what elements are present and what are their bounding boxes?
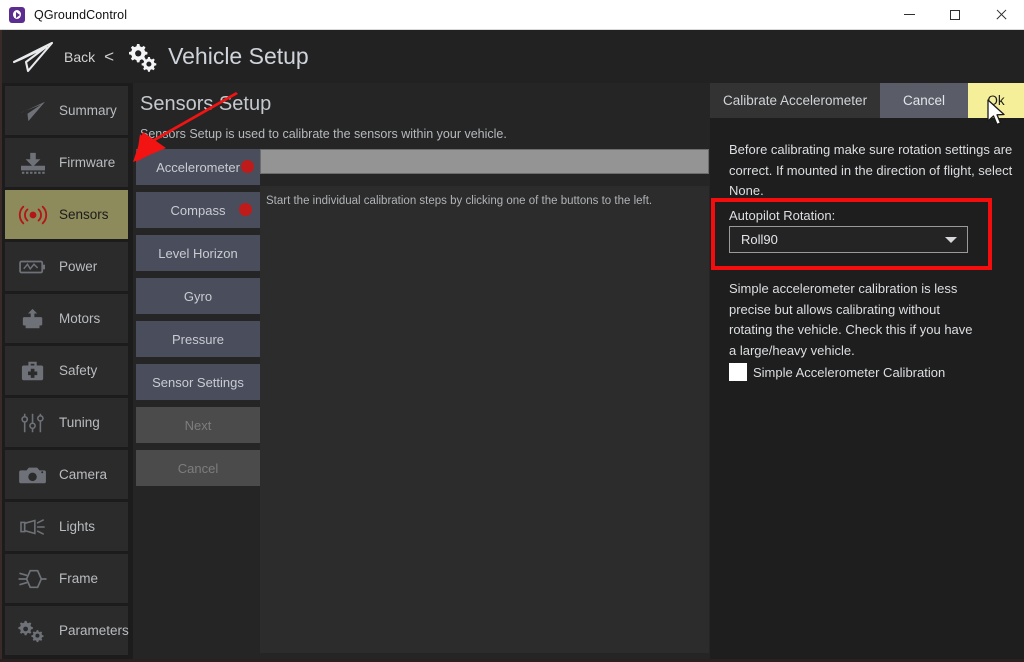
- calibration-dialog: Calibrate Accelerometer Cancel Ok Before…: [710, 83, 1024, 662]
- button-label: Next: [185, 418, 212, 433]
- app-toolbar: Back < Vehicle Setup: [0, 30, 1024, 83]
- sensor-wave-icon: [11, 199, 55, 231]
- dialog-title: Calibrate Accelerometer: [710, 83, 880, 118]
- simple-calibration-checkbox-row[interactable]: Simple Accelerometer Calibration: [729, 363, 945, 381]
- sidebar-item-label: Motors: [59, 311, 100, 326]
- sidebar-item-label: Tuning: [59, 415, 100, 430]
- battery-icon: [11, 251, 55, 283]
- sidebar-item-label: Lights: [59, 519, 95, 534]
- dialog-ok-button[interactable]: Ok: [968, 83, 1024, 118]
- sidebar-item-label: Frame: [59, 571, 98, 586]
- chevron-down-icon: [945, 237, 957, 243]
- gears-icon: [11, 615, 55, 647]
- dialog-cancel-button[interactable]: Cancel: [880, 83, 968, 118]
- autopilot-rotation-label: Autopilot Rotation:: [729, 208, 835, 223]
- status-indicator-dot: [239, 203, 252, 216]
- sidebar-item-label: Safety: [59, 363, 97, 378]
- button-label: Gyro: [184, 289, 212, 304]
- button-label: Sensor Settings: [152, 375, 244, 390]
- sidebar-item-label: Sensors: [59, 207, 109, 222]
- sidebar-item-label: Camera: [59, 467, 107, 482]
- autopilot-rotation-value: Roll90: [741, 232, 778, 247]
- button-label: Accelerometer: [156, 160, 240, 175]
- dialog-description: Before calibrating make sure rotation se…: [729, 140, 1017, 202]
- level-horizon-button[interactable]: Level Horizon: [136, 235, 260, 271]
- paper-plane-icon: [11, 95, 55, 127]
- paper-plane-icon[interactable]: [12, 40, 56, 74]
- pressure-button[interactable]: Pressure: [136, 321, 260, 357]
- camera-icon: [11, 459, 55, 491]
- window-title-bar: QGroundControl: [0, 0, 1024, 30]
- calibration-progress-bar: [260, 149, 709, 174]
- download-icon: [11, 147, 55, 179]
- sidebar-item-motors[interactable]: Motors: [5, 294, 128, 343]
- next-button: Next: [136, 407, 260, 443]
- sidebar-item-label: Power: [59, 259, 97, 274]
- compass-button[interactable]: Compass: [136, 192, 260, 228]
- sensor-settings-button[interactable]: Sensor Settings: [136, 364, 260, 400]
- status-indicator-dot: [241, 160, 254, 173]
- dialog-header: Calibrate Accelerometer Cancel Ok: [710, 83, 1024, 118]
- button-label: Compass: [171, 203, 226, 218]
- app-logo-icon: [9, 7, 25, 23]
- section-title: Sensors Setup: [140, 93, 271, 116]
- minimize-button[interactable]: [886, 0, 932, 29]
- sidebar-item-frame[interactable]: Frame: [5, 554, 128, 603]
- button-label: Cancel: [178, 461, 218, 476]
- cancel-button: Cancel: [136, 450, 260, 486]
- maximize-button[interactable]: [932, 0, 978, 29]
- frame-icon: [11, 563, 55, 595]
- sidebar-item-parameters[interactable]: Parameters: [5, 606, 128, 655]
- sidebar-item-firmware[interactable]: Firmware: [5, 138, 128, 187]
- sliders-icon: [11, 407, 55, 439]
- window-controls: [886, 0, 1024, 29]
- close-button[interactable]: [978, 0, 1024, 29]
- sidebar-item-summary[interactable]: Summary: [5, 86, 128, 135]
- page-title: Vehicle Setup: [168, 43, 309, 70]
- simple-calibration-description: Simple accelerometer calibration is less…: [729, 279, 981, 361]
- gyro-button[interactable]: Gyro: [136, 278, 260, 314]
- back-label[interactable]: Back: [64, 49, 95, 65]
- sidebar-item-lights[interactable]: Lights: [5, 502, 128, 551]
- sidebar-item-label: Firmware: [59, 155, 115, 170]
- button-label: Level Horizon: [158, 246, 238, 261]
- simple-calibration-checkbox-label: Simple Accelerometer Calibration: [753, 365, 945, 380]
- sidebar-item-label: Parameters: [59, 623, 129, 638]
- sidebar-item-label: Summary: [59, 103, 117, 118]
- simple-calibration-checkbox[interactable]: [729, 363, 747, 381]
- first-aid-icon: [11, 355, 55, 387]
- sidebar-item-tuning[interactable]: Tuning: [5, 398, 128, 447]
- button-label: Pressure: [172, 332, 224, 347]
- sidebar-item-camera[interactable]: Camera: [5, 450, 128, 499]
- sidebar-item-safety[interactable]: Safety: [5, 346, 128, 395]
- work-area: [260, 186, 709, 653]
- section-subtitle: Sensors Setup is used to calibrate the s…: [140, 127, 507, 141]
- main-content: Sensors Setup Sensors Setup is used to c…: [133, 83, 710, 662]
- sidebar: Summary Firmware Sensors: [0, 83, 133, 662]
- gears-icon: [124, 42, 158, 72]
- work-area-instruction: Start the individual calibration steps b…: [266, 195, 652, 207]
- autopilot-rotation-select[interactable]: Roll90: [729, 226, 968, 253]
- back-chevron-icon[interactable]: <: [104, 47, 114, 67]
- calibration-button-column: Accelerometer Compass Level Horizon Gyro…: [136, 149, 260, 493]
- sidebar-item-power[interactable]: Power: [5, 242, 128, 291]
- window-left-edge: [0, 30, 2, 662]
- light-icon: [11, 511, 55, 543]
- sidebar-item-sensors[interactable]: Sensors: [5, 190, 128, 239]
- motor-icon: [11, 303, 55, 335]
- app-title: QGroundControl: [34, 8, 127, 22]
- accelerometer-button[interactable]: Accelerometer: [136, 149, 260, 185]
